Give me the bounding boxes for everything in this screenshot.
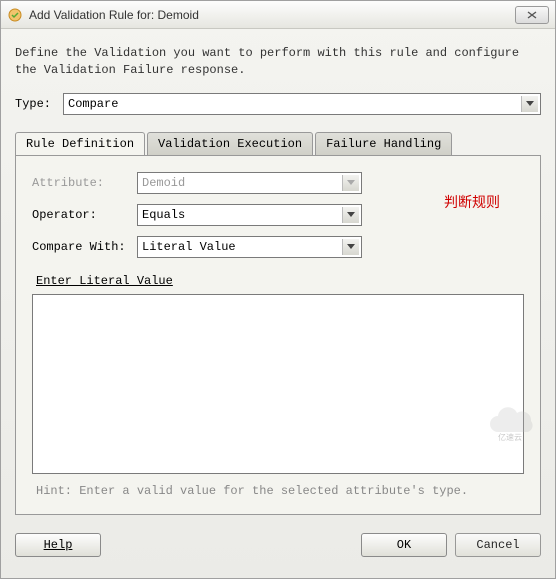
operator-value: Equals [142,208,185,222]
chevron-down-icon [342,175,359,191]
attribute-select: Demoid [137,172,362,194]
attribute-value: Demoid [142,176,185,190]
close-icon [527,11,537,19]
ok-button[interactable]: OK [361,533,447,557]
hint-text: Hint: Enter a valid value for the select… [36,484,520,498]
operator-label: Operator: [32,208,137,222]
tab-validation-execution[interactable]: Validation Execution [147,132,313,156]
dialog-window: Add Validation Rule for: Demoid Define t… [0,0,556,579]
tabset: Rule Definition Validation Execution Fai… [15,131,541,515]
close-button[interactable] [515,6,549,24]
compare-with-row: Compare With: Literal Value [32,236,524,258]
chevron-down-icon [342,239,359,255]
chevron-down-icon [342,207,359,223]
attribute-row: Attribute: Demoid [32,172,524,194]
annotation-text: 判断规则 [444,192,500,212]
help-button[interactable]: Help [15,533,101,557]
compare-with-select[interactable]: Literal Value [137,236,362,258]
literal-value-input[interactable] [32,294,524,474]
compare-with-value: Literal Value [142,240,236,254]
tab-rule-definition[interactable]: Rule Definition [15,132,145,156]
attribute-label: Attribute: [32,176,137,190]
chevron-down-icon [521,96,538,112]
validation-icon [7,7,23,23]
button-row: Help OK Cancel [1,525,555,557]
cancel-button[interactable]: Cancel [455,533,541,557]
tab-panel: Attribute: Demoid Operator: Equals [15,155,541,515]
type-value: Compare [68,97,118,111]
tab-failure-handling[interactable]: Failure Handling [315,132,452,156]
operator-select[interactable]: Equals [137,204,362,226]
dialog-body: Define the Validation you want to perfor… [1,29,555,525]
type-row: Type: Compare [15,93,541,115]
compare-with-label: Compare With: [32,240,137,254]
intro-text: Define the Validation you want to perfor… [15,45,541,79]
tab-strip: Rule Definition Validation Execution Fai… [15,132,541,156]
type-label: Type: [15,97,63,111]
window-title: Add Validation Rule for: Demoid [29,8,515,22]
type-select[interactable]: Compare [63,93,541,115]
literal-value-label: Enter Literal Value [36,274,524,288]
title-bar: Add Validation Rule for: Demoid [1,1,555,29]
spacer [101,533,353,557]
